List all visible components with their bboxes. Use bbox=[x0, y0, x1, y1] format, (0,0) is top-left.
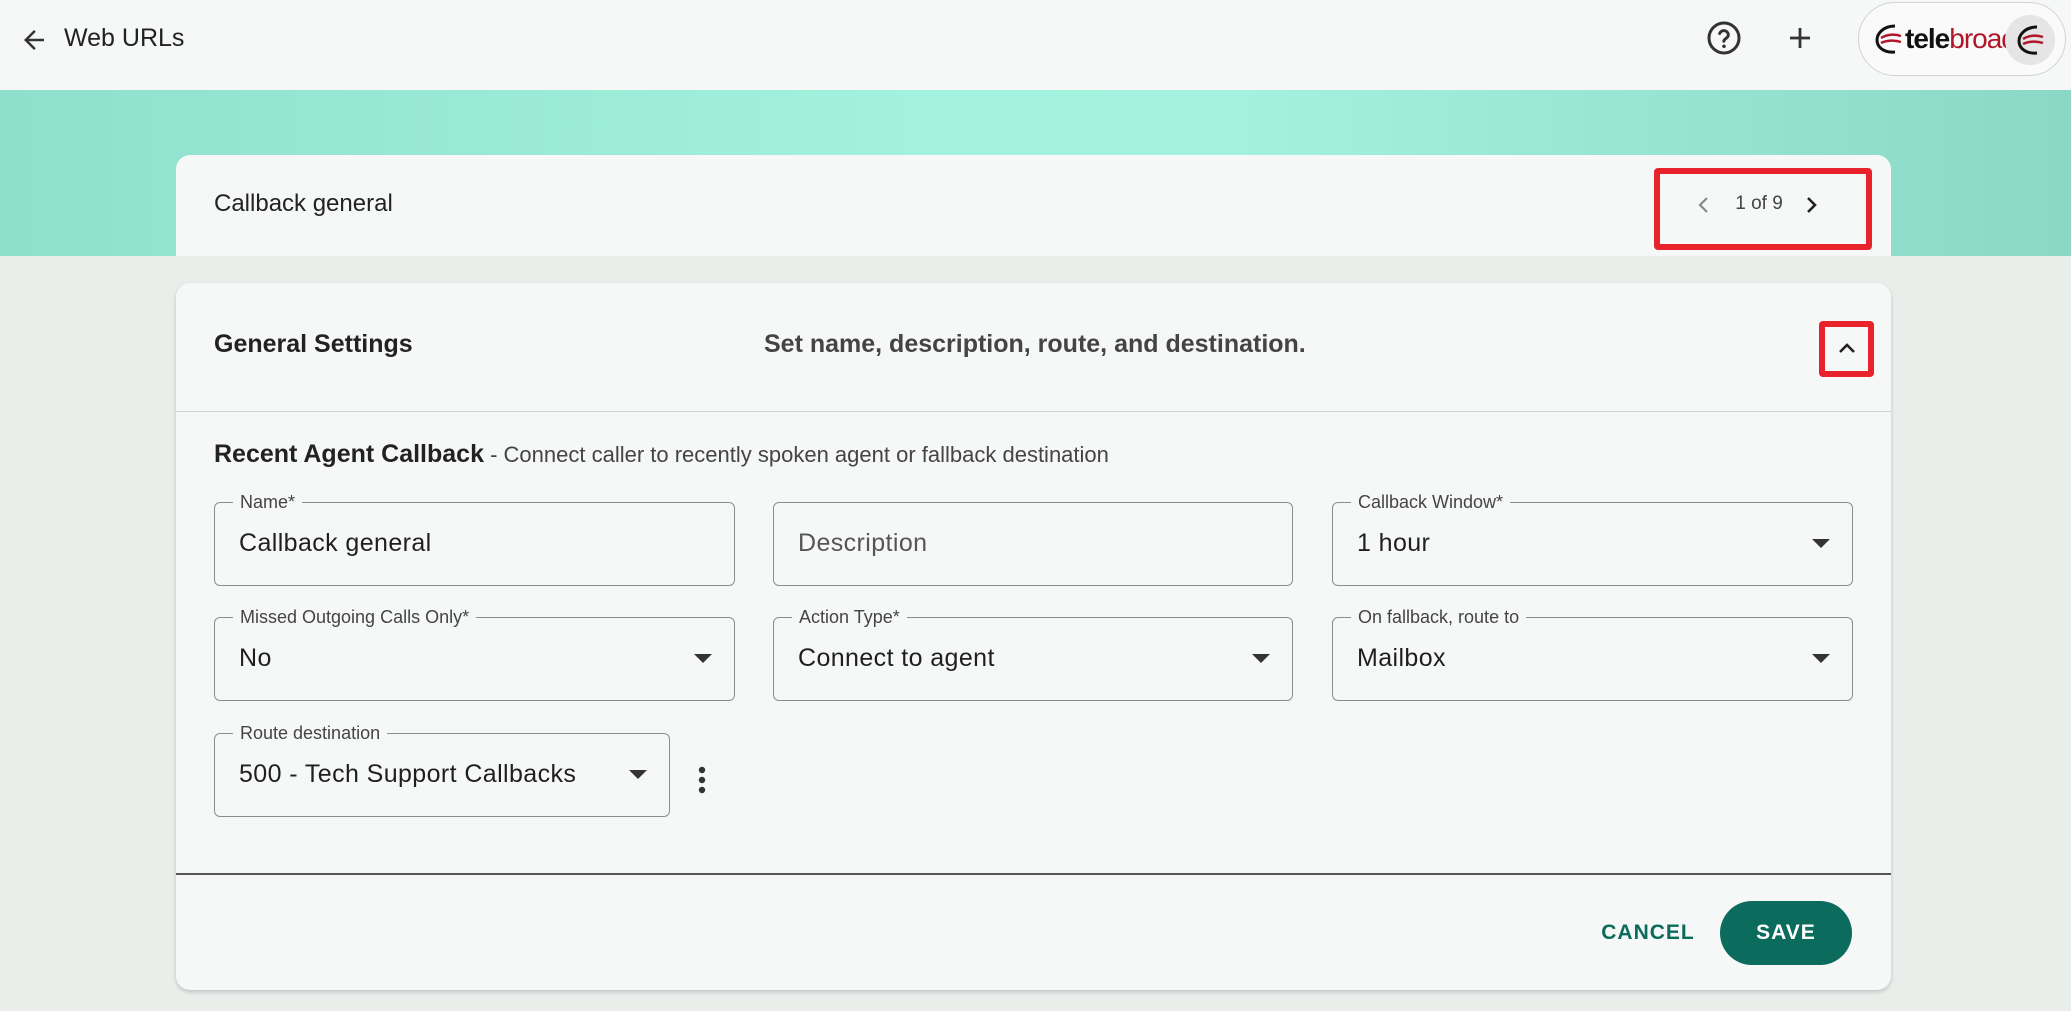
general-settings-card: General Settings Set name, description, … bbox=[176, 283, 1891, 990]
record-header-card: Callback general 1 of 9 bbox=[176, 155, 1891, 256]
chevron-up-icon bbox=[1838, 343, 1855, 353]
add-button[interactable] bbox=[1780, 18, 1820, 58]
page-title: Web URLs bbox=[64, 24, 185, 52]
callback-window-label: Callback Window* bbox=[1351, 492, 1511, 512]
fallback-route-label: On fallback, route to bbox=[1351, 607, 1527, 627]
caret-down-icon bbox=[629, 770, 647, 779]
section-title: General Settings bbox=[214, 330, 413, 358]
callback-window-select[interactable]: Callback Window* 1 hour bbox=[1332, 492, 1853, 586]
app-bar: Web URLs telebroad bbox=[0, 0, 2071, 90]
action-type-value: Connect to agent bbox=[798, 644, 995, 672]
description-placeholder[interactable]: Description bbox=[798, 529, 927, 558]
missed-outgoing-select[interactable]: Missed Outgoing Calls Only* No bbox=[214, 607, 735, 701]
route-destination-more-button[interactable] bbox=[687, 756, 717, 804]
name-label: Name* bbox=[233, 492, 303, 512]
missed-outgoing-label: Missed Outgoing Calls Only* bbox=[233, 607, 477, 627]
pager-count: 1 of 9 bbox=[1735, 193, 1783, 214]
help-circle-icon bbox=[1707, 21, 1741, 55]
feature-name: Recent Agent Callback bbox=[214, 440, 484, 468]
pager-prev-button[interactable] bbox=[1689, 190, 1719, 220]
caret-down-icon bbox=[1252, 654, 1270, 663]
caret-down-icon bbox=[1812, 539, 1830, 548]
actions-divider bbox=[176, 873, 1891, 875]
chevron-left-icon bbox=[1698, 197, 1708, 213]
back-button[interactable] bbox=[14, 20, 54, 60]
caret-down-icon bbox=[694, 654, 712, 663]
missed-outgoing-value: No bbox=[239, 644, 272, 672]
pager-next-button[interactable] bbox=[1796, 190, 1826, 220]
brand-wordmark: telebroad bbox=[1905, 23, 2017, 54]
arrow-left-icon bbox=[24, 30, 44, 50]
section-divider bbox=[176, 411, 1891, 412]
name-value[interactable]: Callback general bbox=[239, 529, 432, 558]
plus-icon bbox=[1790, 28, 1810, 48]
route-destination-value: 500 - Tech Support Callbacks bbox=[239, 760, 577, 788]
route-destination-select[interactable]: Route destination 500 - Tech Support Cal… bbox=[214, 723, 670, 817]
fallback-route-select[interactable]: On fallback, route to Mailbox bbox=[1332, 607, 1853, 701]
name-field[interactable]: Name* Callback general bbox=[214, 492, 735, 586]
save-button[interactable]: SAVE bbox=[1720, 901, 1852, 965]
action-type-label: Action Type* bbox=[792, 607, 907, 627]
caret-down-icon bbox=[1812, 654, 1830, 663]
chevron-right-icon bbox=[1807, 197, 1817, 213]
section-subtitle: Set name, description, route, and destin… bbox=[764, 330, 1306, 358]
feature-heading: Recent Agent Callback - Connect caller t… bbox=[214, 440, 1109, 469]
more-vertical-icon bbox=[698, 766, 706, 794]
telebroad-globe-icon bbox=[1875, 24, 1902, 54]
feature-description: - Connect caller to recently spoken agen… bbox=[483, 442, 1109, 467]
action-type-select[interactable]: Action Type* Connect to agent bbox=[773, 607, 1293, 701]
help-button[interactable] bbox=[1704, 18, 1744, 58]
route-destination-label: Route destination bbox=[233, 723, 388, 743]
collapse-section-button[interactable] bbox=[1830, 332, 1863, 366]
account-menu[interactable]: telebroad bbox=[1858, 2, 2066, 76]
avatar[interactable] bbox=[2005, 15, 2055, 65]
description-field[interactable]: Description bbox=[773, 502, 1293, 586]
fallback-route-value: Mailbox bbox=[1357, 644, 1446, 672]
callback-window-value: 1 hour bbox=[1357, 529, 1431, 557]
cancel-button[interactable]: CANCEL bbox=[1588, 901, 1708, 965]
telebroad-logo: telebroad bbox=[1873, 22, 2017, 56]
record-title: Callback general bbox=[214, 190, 393, 217]
telebroad-globe-icon bbox=[2017, 25, 2044, 55]
